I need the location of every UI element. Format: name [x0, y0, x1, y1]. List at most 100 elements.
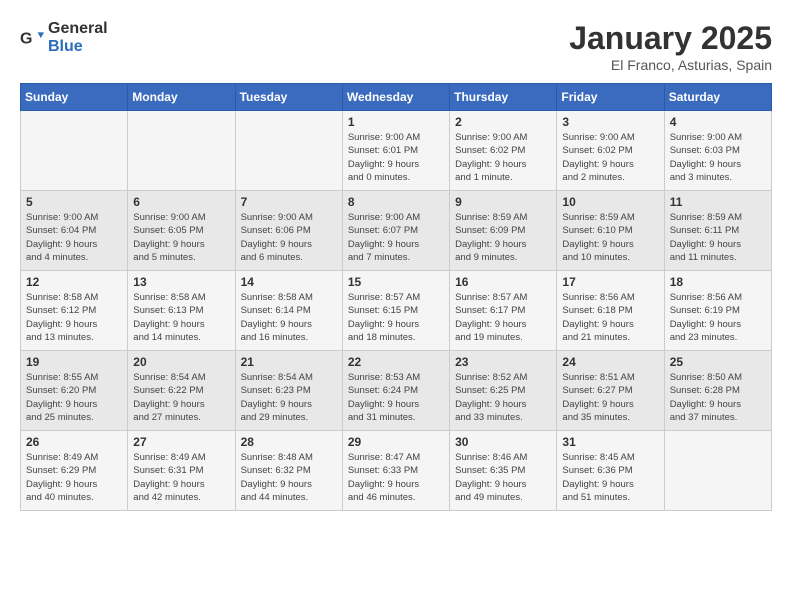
- weekday-header: Wednesday: [342, 84, 449, 111]
- calendar-cell: 29 Sunrise: 8:47 AM Sunset: 6:33 PM Dayli…: [342, 431, 449, 511]
- header-row: SundayMondayTuesdayWednesdayThursdayFrid…: [21, 84, 772, 111]
- calendar-cell: 15 Sunrise: 8:57 AM Sunset: 6:15 PM Dayli…: [342, 271, 449, 351]
- day-number: 7: [241, 195, 337, 209]
- calendar-cell: 8Sunrise: 9:00 AM Sunset: 6:07 PM Daylig…: [342, 191, 449, 271]
- calendar-cell: 11Sunrise: 8:59 AM Sunset: 6:11 PM Dayli…: [664, 191, 771, 271]
- calendar-cell: 13Sunrise: 8:58 AM Sunset: 6:13 PM Dayli…: [128, 271, 235, 351]
- calendar-cell: 24 Sunrise: 8:51 AM Sunset: 6:27 PM Dayli…: [557, 351, 664, 431]
- calendar-cell: 4 Sunrise: 9:00 AM Sunset: 6:03 PM Daylig…: [664, 111, 771, 191]
- day-number: 4: [670, 115, 766, 129]
- day-info: Sunrise: 8:57 AM Sunset: 6:15 PM Dayligh…: [348, 291, 444, 344]
- svg-text:G: G: [20, 30, 32, 47]
- day-info: Sunrise: 8:58 AM Sunset: 6:14 PM Dayligh…: [241, 291, 337, 344]
- calendar-week-row: 12 Sunrise: 8:58 AM Sunset: 6:12 PM Dayli…: [21, 271, 772, 351]
- day-number: 1: [348, 115, 444, 129]
- day-number: 13: [133, 275, 229, 289]
- calendar-cell: 23 Sunrise: 8:52 AM Sunset: 6:25 PM Dayli…: [450, 351, 557, 431]
- day-info: Sunrise: 8:45 AM Sunset: 6:36 PM Dayligh…: [562, 451, 658, 504]
- calendar-cell: [21, 111, 128, 191]
- day-number: 27: [133, 435, 229, 449]
- calendar-cell: 14 Sunrise: 8:58 AM Sunset: 6:14 PM Dayli…: [235, 271, 342, 351]
- calendar-cell: 19Sunrise: 8:55 AM Sunset: 6:20 PM Dayli…: [21, 351, 128, 431]
- calendar-week-row: 26Sunrise: 8:49 AM Sunset: 6:29 PM Dayli…: [21, 431, 772, 511]
- weekday-header: Tuesday: [235, 84, 342, 111]
- calendar-header: SundayMondayTuesdayWednesdayThursdayFrid…: [21, 84, 772, 111]
- day-number: 6: [133, 195, 229, 209]
- calendar-cell: [664, 431, 771, 511]
- weekday-header: Sunday: [21, 84, 128, 111]
- logo: G General Blue: [20, 20, 108, 55]
- day-number: 21: [241, 355, 337, 369]
- calendar-cell: 5 Sunrise: 9:00 AM Sunset: 6:04 PM Daylig…: [21, 191, 128, 271]
- calendar-cell: 22 Sunrise: 8:53 AM Sunset: 6:24 PM Dayli…: [342, 351, 449, 431]
- month-title: January 2025: [569, 20, 772, 57]
- calendar-week-row: 5 Sunrise: 9:00 AM Sunset: 6:04 PM Daylig…: [21, 191, 772, 271]
- calendar-cell: 26Sunrise: 8:49 AM Sunset: 6:29 PM Dayli…: [21, 431, 128, 511]
- day-number: 5: [26, 195, 122, 209]
- day-info: Sunrise: 8:49 AM Sunset: 6:29 PM Dayligh…: [26, 451, 122, 504]
- day-number: 15: [348, 275, 444, 289]
- calendar-cell: 12 Sunrise: 8:58 AM Sunset: 6:12 PM Dayli…: [21, 271, 128, 351]
- day-info: Sunrise: 8:47 AM Sunset: 6:33 PM Dayligh…: [348, 451, 444, 504]
- calendar-cell: 21 Sunrise: 8:54 AM Sunset: 6:23 PM Dayli…: [235, 351, 342, 431]
- day-info: Sunrise: 8:50 AM Sunset: 6:28 PM Dayligh…: [670, 371, 766, 424]
- day-number: 25: [670, 355, 766, 369]
- day-info: Sunrise: 9:00 AM Sunset: 6:02 PM Dayligh…: [562, 131, 658, 184]
- day-info: Sunrise: 8:54 AM Sunset: 6:22 PM Dayligh…: [133, 371, 229, 424]
- day-number: 22: [348, 355, 444, 369]
- day-info: Sunrise: 8:57 AM Sunset: 6:17 PM Dayligh…: [455, 291, 551, 344]
- calendar-cell: 31Sunrise: 8:45 AM Sunset: 6:36 PM Dayli…: [557, 431, 664, 511]
- day-number: 29: [348, 435, 444, 449]
- logo-text: General Blue: [48, 20, 108, 55]
- calendar-cell: 2Sunrise: 9:00 AM Sunset: 6:02 PM Daylig…: [450, 111, 557, 191]
- calendar-cell: 18 Sunrise: 8:56 AM Sunset: 6:19 PM Dayli…: [664, 271, 771, 351]
- calendar-cell: 20 Sunrise: 8:54 AM Sunset: 6:22 PM Dayli…: [128, 351, 235, 431]
- title-section: January 2025 El Franco, Asturias, Spain: [569, 20, 772, 73]
- day-number: 10: [562, 195, 658, 209]
- calendar-week-row: 1 Sunrise: 9:00 AM Sunset: 6:01 PM Daylig…: [21, 111, 772, 191]
- day-number: 9: [455, 195, 551, 209]
- day-info: Sunrise: 8:55 AM Sunset: 6:20 PM Dayligh…: [26, 371, 122, 424]
- location: El Franco, Asturias, Spain: [569, 57, 772, 73]
- day-number: 14: [241, 275, 337, 289]
- calendar-cell: 9Sunrise: 8:59 AM Sunset: 6:09 PM Daylig…: [450, 191, 557, 271]
- day-info: Sunrise: 8:46 AM Sunset: 6:35 PM Dayligh…: [455, 451, 551, 504]
- day-info: Sunrise: 9:00 AM Sunset: 6:07 PM Dayligh…: [348, 211, 444, 264]
- day-info: Sunrise: 9:00 AM Sunset: 6:02 PM Dayligh…: [455, 131, 551, 184]
- day-info: Sunrise: 8:58 AM Sunset: 6:12 PM Dayligh…: [26, 291, 122, 344]
- day-info: Sunrise: 8:53 AM Sunset: 6:24 PM Dayligh…: [348, 371, 444, 424]
- logo-blue: Blue: [48, 38, 108, 56]
- day-info: Sunrise: 8:48 AM Sunset: 6:32 PM Dayligh…: [241, 451, 337, 504]
- calendar-cell: 30 Sunrise: 8:46 AM Sunset: 6:35 PM Dayli…: [450, 431, 557, 511]
- calendar-week-row: 19Sunrise: 8:55 AM Sunset: 6:20 PM Dayli…: [21, 351, 772, 431]
- day-info: Sunrise: 8:51 AM Sunset: 6:27 PM Dayligh…: [562, 371, 658, 424]
- day-number: 12: [26, 275, 122, 289]
- day-info: Sunrise: 9:00 AM Sunset: 6:03 PM Dayligh…: [670, 131, 766, 184]
- calendar-body: 1 Sunrise: 9:00 AM Sunset: 6:01 PM Daylig…: [21, 111, 772, 511]
- calendar-table: SundayMondayTuesdayWednesdayThursdayFrid…: [20, 83, 772, 511]
- calendar-cell: 1 Sunrise: 9:00 AM Sunset: 6:01 PM Daylig…: [342, 111, 449, 191]
- page-header: G General Blue January 2025 El Franco, A…: [20, 20, 772, 73]
- day-info: Sunrise: 9:00 AM Sunset: 6:05 PM Dayligh…: [133, 211, 229, 264]
- day-number: 23: [455, 355, 551, 369]
- calendar-cell: 27 Sunrise: 8:49 AM Sunset: 6:31 PM Dayli…: [128, 431, 235, 511]
- day-info: Sunrise: 8:56 AM Sunset: 6:19 PM Dayligh…: [670, 291, 766, 344]
- day-info: Sunrise: 8:52 AM Sunset: 6:25 PM Dayligh…: [455, 371, 551, 424]
- day-info: Sunrise: 8:54 AM Sunset: 6:23 PM Dayligh…: [241, 371, 337, 424]
- calendar-cell: 16 Sunrise: 8:57 AM Sunset: 6:17 PM Dayli…: [450, 271, 557, 351]
- day-info: Sunrise: 8:59 AM Sunset: 6:10 PM Dayligh…: [562, 211, 658, 264]
- day-info: Sunrise: 8:49 AM Sunset: 6:31 PM Dayligh…: [133, 451, 229, 504]
- day-number: 24: [562, 355, 658, 369]
- day-number: 30: [455, 435, 551, 449]
- day-info: Sunrise: 9:00 AM Sunset: 6:01 PM Dayligh…: [348, 131, 444, 184]
- day-number: 16: [455, 275, 551, 289]
- day-number: 18: [670, 275, 766, 289]
- day-info: Sunrise: 8:56 AM Sunset: 6:18 PM Dayligh…: [562, 291, 658, 344]
- calendar-cell: 6 Sunrise: 9:00 AM Sunset: 6:05 PM Daylig…: [128, 191, 235, 271]
- day-info: Sunrise: 9:00 AM Sunset: 6:06 PM Dayligh…: [241, 211, 337, 264]
- day-info: Sunrise: 9:00 AM Sunset: 6:04 PM Dayligh…: [26, 211, 122, 264]
- weekday-header: Friday: [557, 84, 664, 111]
- weekday-header: Thursday: [450, 84, 557, 111]
- day-number: 20: [133, 355, 229, 369]
- calendar-cell: 3Sunrise: 9:00 AM Sunset: 6:02 PM Daylig…: [557, 111, 664, 191]
